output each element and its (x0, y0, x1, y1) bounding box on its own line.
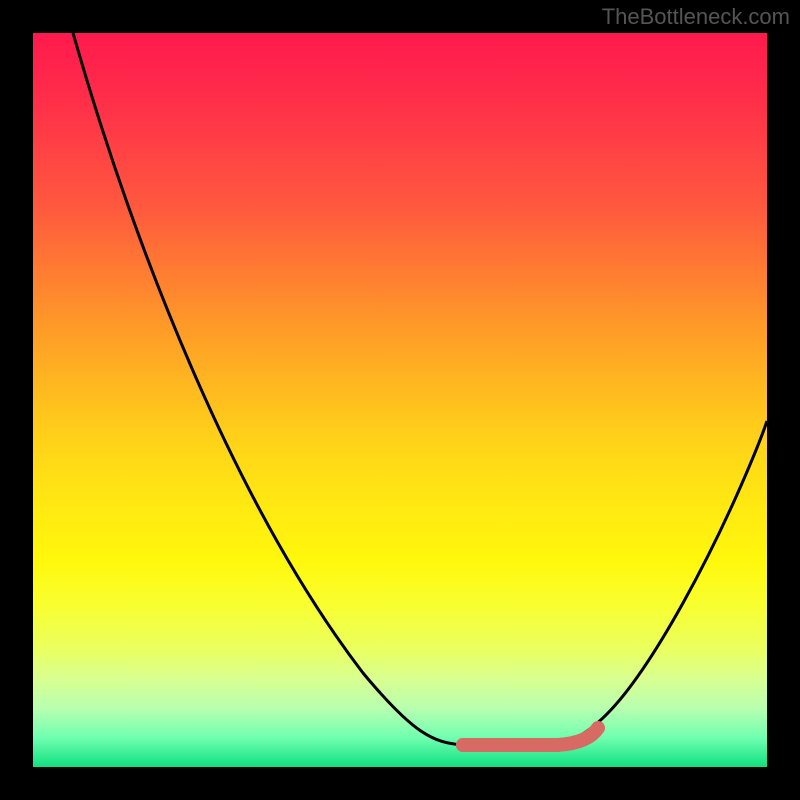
chart-container: TheBottleneck.com (0, 0, 800, 800)
bottleneck-curve (73, 33, 767, 745)
plot-area (33, 33, 767, 767)
optimal-range-band (463, 728, 598, 745)
watermark-text: TheBottleneck.com (602, 4, 790, 30)
curve-overlay (33, 33, 767, 767)
